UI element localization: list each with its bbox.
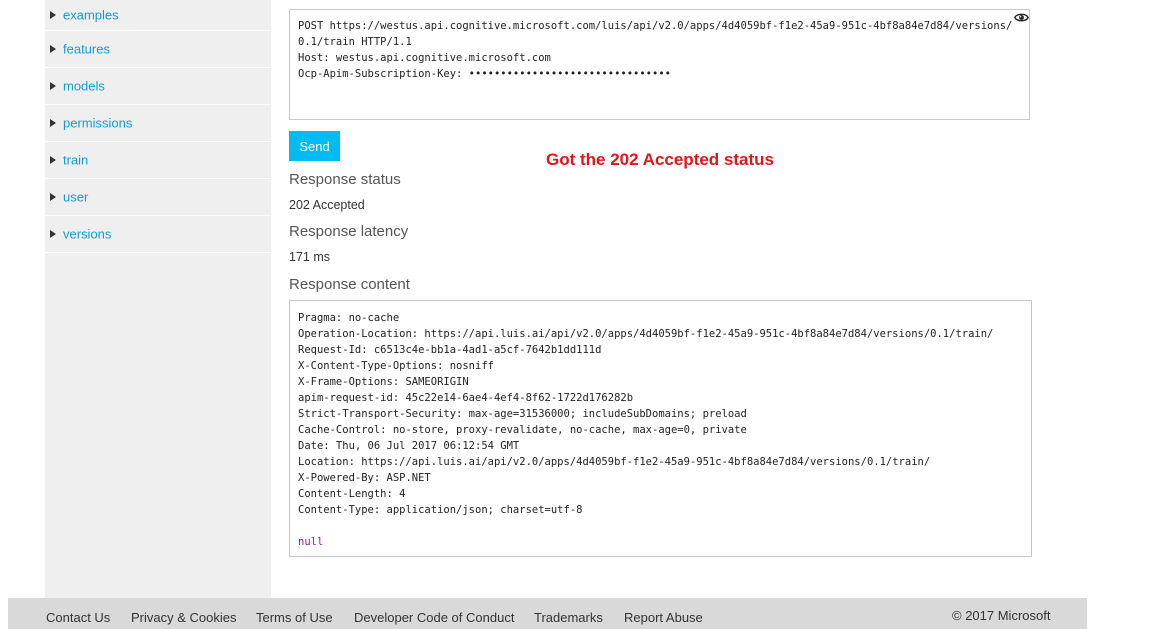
sidebar-item-label: user	[63, 189, 89, 205]
response-header-line: Request-Id: c6513c4e-bb1a-4ad1-a5cf-7642…	[298, 344, 602, 356]
triangle-right-icon	[50, 11, 56, 19]
sidebar-item-label: permissions	[63, 115, 133, 131]
sidebar-item-label: features	[63, 41, 110, 57]
sidebar-item-label: versions	[63, 226, 112, 242]
site-footer: Contact Us Privacy & Cookies Terms of Us…	[8, 598, 1087, 629]
response-body: null	[298, 536, 324, 548]
response-header-line: Cache-Control: no-store, proxy-revalidat…	[298, 424, 747, 436]
response-header-line: Date: Thu, 06 Jul 2017 06:12:54 GMT	[298, 440, 520, 452]
sidebar-item-examples[interactable]: examples	[45, 0, 271, 31]
sidebar-item-label: models	[63, 78, 105, 94]
triangle-right-icon	[50, 230, 56, 238]
footer-link-developer-code-of-conduct[interactable]: Developer Code of Conduct	[354, 610, 514, 625]
response-header-line: Location: https://api.luis.ai/api/v2.0/a…	[298, 456, 931, 468]
triangle-right-icon	[50, 156, 56, 164]
footer-link-privacy-cookies[interactable]: Privacy & Cookies	[131, 610, 236, 625]
footer-copyright: © 2017 Microsoft	[952, 608, 1051, 623]
status-annotation: Got the 202 Accepted status	[546, 150, 774, 169]
response-header-line: X-Content-Type-Options: nosniff	[298, 360, 494, 372]
response-header-line: Pragma: no-cache	[298, 312, 400, 324]
footer-link-contact-us[interactable]: Contact Us	[46, 610, 110, 625]
operations-sidebar: examples features models permissions tra…	[45, 0, 271, 598]
response-status-value: 202 Accepted	[289, 198, 365, 212]
sidebar-item-features[interactable]: features	[45, 31, 271, 68]
response-latency-heading: Response latency	[289, 223, 409, 240]
response-header-line: apim-request-id: 45c22e14-6ae4-4ef4-8f62…	[298, 392, 634, 404]
response-header-line: Content-Type: application/json; charset=…	[298, 504, 583, 516]
left-gutter	[0, 0, 8, 629]
footer-link-trademarks[interactable]: Trademarks	[534, 610, 603, 625]
triangle-right-icon	[50, 119, 56, 127]
sidebar-item-models[interactable]: models	[45, 68, 271, 105]
footer-link-terms-of-use[interactable]: Terms of Use	[256, 610, 333, 625]
response-header-line: Content-Length: 4	[298, 488, 406, 500]
response-header-line: X-Powered-By: ASP.NET	[298, 472, 431, 484]
eye-icon[interactable]	[1014, 12, 1029, 23]
sidebar-list: examples features models permissions tra…	[45, 0, 271, 253]
response-header-line: Strict-Transport-Security: max-age=31536…	[298, 408, 747, 420]
footer-link-report-abuse[interactable]: Report Abuse	[624, 610, 703, 625]
response-header-line: Operation-Location: https://api.luis.ai/…	[298, 328, 994, 340]
triangle-right-icon	[50, 193, 56, 201]
triangle-right-icon	[50, 82, 56, 90]
sidebar-item-permissions[interactable]: permissions	[45, 105, 271, 142]
triangle-right-icon	[50, 45, 56, 53]
sidebar-item-label: train	[63, 152, 89, 168]
sidebar-item-versions[interactable]: versions	[45, 216, 271, 253]
response-blank-line	[298, 518, 1023, 534]
response-content-heading: Response content	[289, 276, 410, 293]
response-content-box: Pragma: no-cache Operation-Location: htt…	[289, 300, 1032, 557]
http-request-textarea[interactable]: POST https://westus.api.cognitive.micros…	[289, 9, 1030, 120]
response-header-line: X-Frame-Options: SAMEORIGIN	[298, 376, 469, 388]
response-status-heading: Response status	[289, 171, 401, 188]
right-gutter	[1087, 0, 1165, 629]
sidebar-item-label: examples	[63, 7, 119, 23]
sidebar-item-user[interactable]: user	[45, 179, 271, 216]
send-button[interactable]: Send	[289, 131, 340, 161]
sidebar-item-train[interactable]: train	[45, 142, 271, 179]
response-latency-value: 171 ms	[289, 250, 330, 264]
